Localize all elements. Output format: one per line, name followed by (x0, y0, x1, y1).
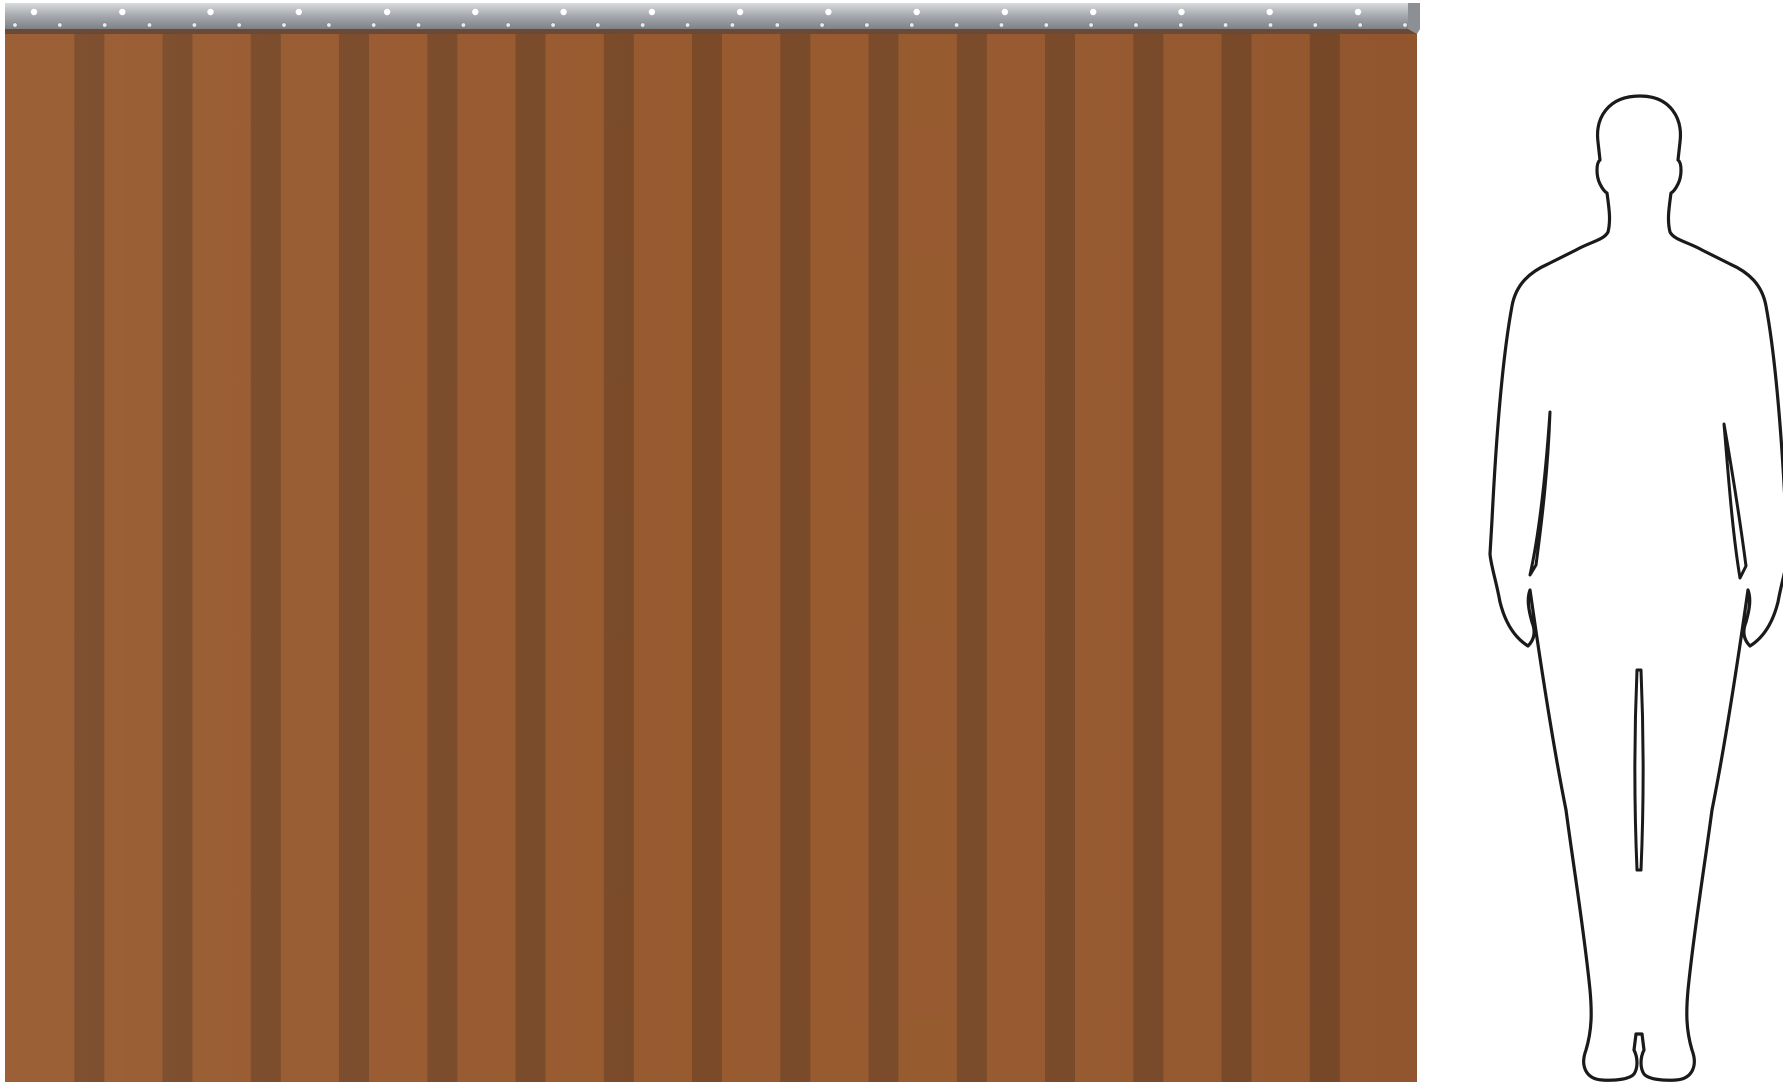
rail-rivet (505, 22, 511, 28)
rail-bolt (30, 8, 38, 16)
rail-rivet (774, 22, 780, 28)
rail-bolt (1178, 8, 1185, 16)
rail-bolt (119, 8, 126, 16)
rail-bolt (1266, 8, 1273, 16)
rail-rivet (1268, 22, 1274, 28)
rail-rivet (1043, 22, 1049, 28)
rail-bolt (1001, 8, 1009, 16)
rail-bolt (560, 8, 567, 16)
rail-rivet (102, 22, 108, 28)
rail-rivet (281, 22, 287, 28)
rail-rivet (460, 22, 466, 28)
rail-bolt (913, 8, 920, 16)
rail-rivet (371, 22, 377, 28)
rail-bolt (472, 8, 479, 16)
scene-illustration (5, 3, 1783, 1082)
rail-bolt (295, 8, 302, 16)
rail-rivet (1088, 22, 1094, 28)
rail-rivet (1357, 22, 1363, 28)
rail-rivet (998, 22, 1004, 28)
person-outline (1488, 94, 1783, 1082)
rail-rivet (685, 22, 691, 28)
curtain-sheen (5, 34, 1417, 1082)
rail-bolt (1090, 8, 1097, 16)
rail-lower-edge (5, 29, 1417, 34)
rail-rivet (864, 22, 870, 28)
person-silhouette-icon (1488, 94, 1783, 1082)
rail-bolt (1354, 8, 1362, 16)
rail-rivet (1312, 22, 1318, 28)
mounting-rail (5, 3, 1420, 34)
rail-bolt (648, 8, 656, 16)
rail-rivet (1402, 22, 1408, 28)
rail-rivet (595, 22, 601, 28)
rail-rivet (1133, 22, 1139, 28)
product-image (0, 0, 1783, 1086)
rail-rivet (819, 22, 825, 28)
rail-rivet (147, 22, 153, 28)
rail-rivet (415, 22, 421, 28)
rail-bolt (383, 8, 391, 16)
rail-bolt (825, 8, 832, 16)
rail-rivet (640, 22, 646, 28)
rail-end-cap (1408, 3, 1420, 34)
rail-rivet (191, 22, 197, 28)
rail-bolt (207, 8, 214, 16)
rail-rivet (12, 22, 18, 28)
strip-curtain (5, 3, 1420, 1082)
rail-rivet (236, 22, 242, 28)
rail-rivet (729, 22, 735, 28)
rail-bar (5, 3, 1417, 29)
rail-rivet (954, 22, 960, 28)
rail-rivet (909, 22, 915, 28)
rail-rivet (1178, 22, 1184, 28)
rail-bolt (736, 8, 744, 16)
rail-rivet (326, 22, 332, 28)
rail-rivet (1223, 22, 1229, 28)
rail-rivet (57, 22, 63, 28)
rail-rivet (550, 22, 556, 28)
